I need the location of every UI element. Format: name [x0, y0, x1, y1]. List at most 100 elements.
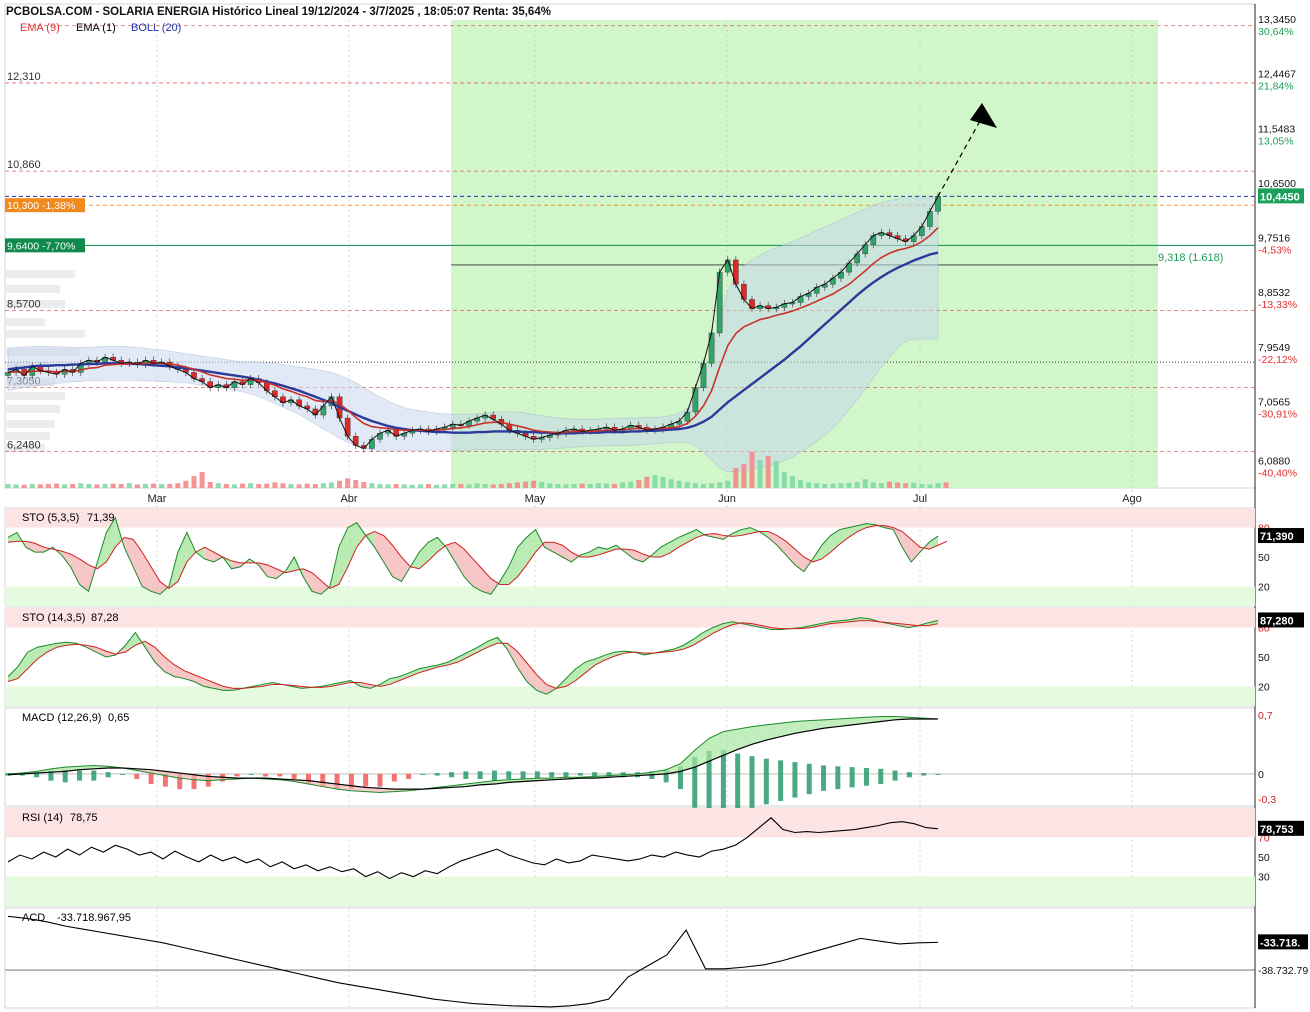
price-pct-label: -22,12% — [1258, 354, 1297, 366]
level-label: 10,860 — [7, 159, 41, 171]
volume-bar — [54, 483, 60, 488]
volume-bar — [110, 483, 116, 488]
rsi-tick-label: 30 — [1258, 872, 1270, 884]
volume-bar — [886, 481, 892, 488]
volume-bar — [628, 481, 634, 488]
overbought-zone — [5, 508, 1255, 528]
volume-bar — [539, 482, 545, 488]
rsi-value-tag-label: 78,753 — [1260, 824, 1294, 836]
level-label: 6,2480 — [7, 440, 41, 452]
volume-bar — [102, 484, 108, 488]
volume-bar — [684, 482, 690, 488]
macd-histogram-bar — [892, 770, 898, 781]
candle — [344, 417, 351, 437]
volume-bar — [620, 482, 626, 488]
macd-histogram-bar — [778, 760, 784, 801]
macd-histogram-bar — [849, 767, 855, 788]
volume-bar — [272, 482, 278, 488]
volume-bar — [919, 484, 925, 488]
volume-bar — [490, 484, 496, 488]
month-label: Abr — [340, 493, 357, 505]
volume-bar — [256, 484, 262, 488]
volume-bar — [353, 480, 359, 488]
volume-bar — [474, 483, 480, 488]
macd-histogram-bar — [477, 771, 483, 779]
volume-bar — [514, 482, 520, 488]
macd-histogram-bar — [434, 773, 440, 776]
volume-bar — [78, 483, 84, 488]
macd-label: MACD (12,26,9) — [22, 712, 101, 724]
volume-bar — [29, 484, 35, 488]
orange-tag-label: 10,300 -1,38% — [7, 200, 75, 212]
oversold-zone — [5, 686, 1255, 706]
legend-boll: BOLL (20) — [131, 22, 181, 34]
volume-bar — [660, 476, 666, 488]
volume-bar — [458, 484, 464, 488]
sto1-value: 71,39 — [87, 512, 115, 524]
volume-bar — [70, 484, 76, 488]
sto2-label: STO (14,3,5) — [22, 612, 85, 624]
macd-histogram-bar — [148, 773, 154, 785]
price-pct-label: 13,05% — [1258, 135, 1294, 147]
macd-histogram-bar — [821, 765, 827, 791]
volume-bar — [838, 483, 844, 488]
sto-tick-label: 50 — [1258, 552, 1270, 564]
candle — [935, 196, 941, 212]
month-label: May — [525, 493, 546, 505]
volume-bar — [579, 483, 585, 488]
volume-bar — [369, 483, 375, 488]
macd-histogram-bar — [549, 772, 555, 778]
volume-bar — [345, 478, 351, 488]
current-price-label: 10,4450 — [1260, 191, 1300, 203]
volume-bar — [248, 483, 254, 488]
volume-bar — [86, 484, 92, 488]
macd-histogram-bar — [491, 770, 497, 781]
volume-bar — [159, 484, 165, 488]
volume-bar — [814, 483, 820, 488]
macd-histogram-bar — [863, 767, 869, 786]
rsi-label: RSI (14) — [22, 812, 63, 824]
volume-bar — [288, 484, 294, 488]
volume-bar — [709, 483, 715, 488]
macd-histogram-bar — [906, 772, 912, 778]
volume-bar — [434, 484, 440, 488]
volume-bar — [13, 484, 19, 488]
volume-bar — [717, 482, 723, 488]
level-label: 12,310 — [7, 71, 41, 83]
price-tick-label: 13,3450 — [1258, 14, 1296, 26]
price-tick-label: 8,8532 — [1258, 287, 1290, 299]
macd-histogram-bar — [263, 773, 269, 777]
price-pct-label: -40,40% — [1258, 467, 1297, 479]
volume-bar — [587, 484, 593, 488]
volume-bar — [296, 484, 302, 488]
volume-bar — [199, 472, 205, 488]
volume-bar — [175, 483, 181, 488]
legend-ema9: EMA (9) — [20, 22, 60, 34]
volume-bar — [426, 484, 432, 488]
macd-tick-label: -0,3 — [1258, 794, 1276, 806]
volume-bar — [692, 483, 698, 488]
green-tag-label: 9,6400 -7,70% — [7, 240, 75, 252]
volume-profile-bar — [5, 270, 75, 278]
month-label: Jun — [718, 493, 736, 505]
acd-value: -33.718.967,95 — [57, 912, 131, 924]
volume-bar — [280, 483, 286, 488]
volume-profile-bar — [5, 318, 45, 326]
acd-label: ACD — [22, 912, 45, 924]
volume-bar — [571, 484, 577, 488]
panel-frame-4 — [4, 907, 1256, 1009]
month-label: Mar — [148, 493, 167, 505]
macd-histogram-bar — [248, 773, 254, 775]
legend-ema1: EMA (1) — [76, 22, 116, 34]
candle — [692, 387, 699, 413]
candle — [927, 211, 933, 227]
volume-bar — [781, 472, 787, 488]
volume-bar — [37, 484, 43, 488]
sto-value-tag-label: 87,280 — [1260, 615, 1294, 627]
volume-bar — [773, 460, 779, 488]
volume-bar — [789, 476, 795, 488]
volume-bar — [328, 482, 334, 488]
volume-bar — [215, 483, 221, 488]
volume-profile-bar — [5, 405, 60, 413]
macd-histogram-bar — [119, 773, 125, 775]
